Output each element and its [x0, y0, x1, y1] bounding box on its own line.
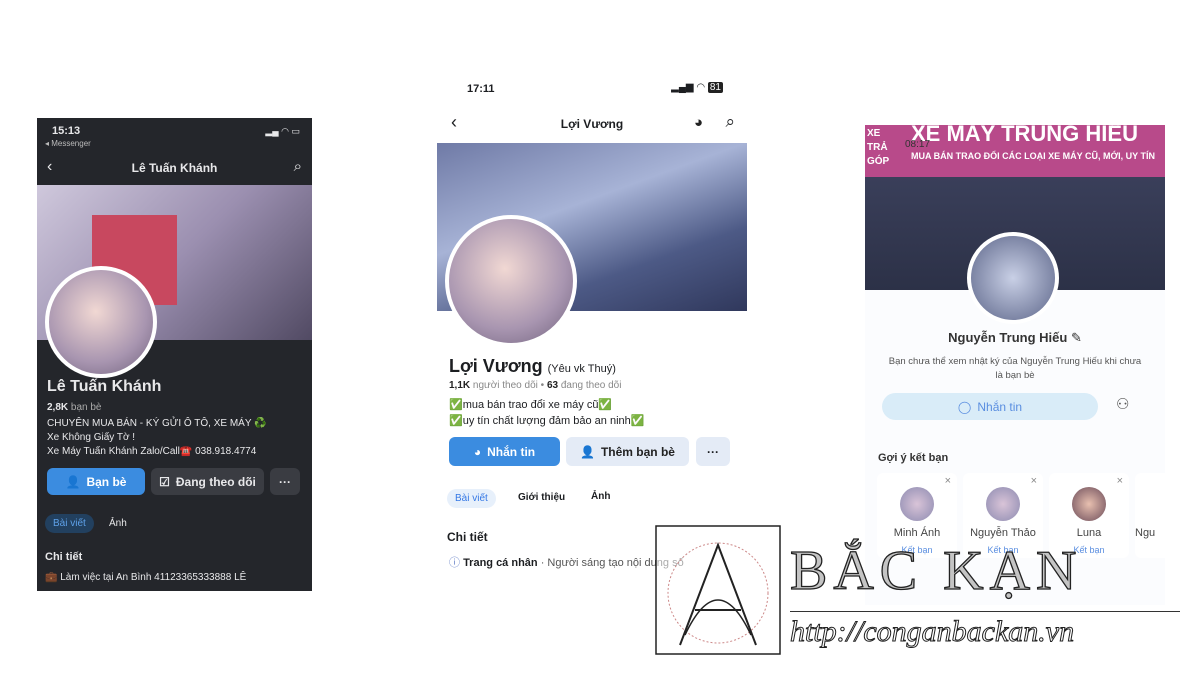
suggestion-card[interactable]: Ngu — [1135, 473, 1165, 558]
cover-sign-main: XE MÁY TRUNG HIẾU — [911, 125, 1138, 146]
name-text: Lợi Vương — [449, 356, 543, 376]
friends-count: 2,8K — [47, 402, 69, 413]
profile-name: Lê Tuấn Khánh — [47, 378, 162, 395]
follow-stats: 1,1K người theo dõi • 63 đang theo dõi — [449, 380, 622, 391]
work-icon: 💼 — [45, 572, 58, 583]
suggestion-name: Nguyễn Thảo — [970, 527, 1036, 539]
profile-name: Lợi Vương (Yêu vk Thuý) — [449, 356, 616, 377]
friends-button[interactable]: 👤 Bạn bè — [47, 468, 145, 495]
followers-label: người theo dõi — [472, 380, 538, 391]
nickname: (Yêu vk Thuý) — [547, 363, 616, 375]
suggestion-name: Ngu — [1135, 527, 1156, 539]
status-icons: ▂▄ ◠ ▭ — [265, 126, 300, 136]
avatar — [900, 487, 934, 521]
status-icons: ▂▄▆ ◠ 81 — [671, 82, 723, 93]
tab-photos[interactable]: Ảnh — [591, 491, 610, 502]
police-logo-icon — [655, 525, 781, 655]
chat-icon: ◯ — [957, 399, 972, 414]
avatar[interactable] — [45, 266, 157, 378]
suggest-title: Gợi ý kết bạn — [878, 452, 949, 464]
close-icon[interactable]: × — [945, 475, 951, 487]
name-text: Nguyễn Trung Hiếu — [948, 330, 1068, 345]
tab-posts[interactable]: Bài viết — [45, 514, 94, 533]
following-label: đang theo dõi — [560, 380, 622, 391]
avatar[interactable] — [445, 215, 577, 347]
tab-posts[interactable]: Bài viết — [447, 489, 496, 508]
suggestion-name: Luna — [1076, 527, 1102, 539]
tab-photos[interactable]: Ảnh — [109, 518, 127, 529]
status-time: 08:17 — [905, 139, 931, 150]
check-icon: ☑ — [159, 474, 170, 489]
profile-screenshot-nguyen-trung-hieu: XE TRẢ GÓP XE MÁY TRUNG HIẾU MUA BÁN TRA… — [865, 125, 1165, 605]
add-friend-icon[interactable]: ⚇ — [1116, 395, 1129, 413]
messenger-icon[interactable]: ◕ — [694, 114, 703, 131]
cover-sign-sub: MUA BÁN TRAO ĐỔI CÁC LOẠI XE MÁY CŨ, MỚI… — [911, 151, 1156, 161]
more-button[interactable]: ··· — [696, 437, 730, 466]
back-to-messenger[interactable]: ◂ Messenger — [45, 139, 91, 148]
more-button[interactable]: ··· — [270, 468, 300, 495]
friends-label: bạn bè — [70, 402, 102, 413]
close-icon[interactable]: × — [1117, 475, 1123, 487]
profile-screenshot-le-tuan-khanh: 15:13 ◂ Messenger ▂▄ ◠ ▭ ‹ Lê Tuấn Khánh… — [37, 118, 312, 591]
details-title: Chi tiết — [447, 530, 488, 544]
friend-icon: 👤 — [65, 474, 81, 489]
following-button-label: Đang theo dõi — [175, 474, 256, 489]
cover-sign-side: XE TRẢ GÓP — [867, 128, 890, 167]
privacy-notice: Bạn chưa thể xem nhật ký của Nguyễn Trun… — [888, 356, 1142, 381]
bio-line: CHUYÊN MUA BÁN - KÝ GỬI Ô TÔ, XE MÁY ♻️ — [47, 418, 267, 429]
work-detail: 💼 Làm việc tại An Bình 41123365333888 LÊ — [45, 572, 246, 583]
message-button-label: Nhắn tin — [977, 399, 1023, 414]
message-button-label: Nhắn tin — [487, 444, 536, 459]
info-icon: ⓘ — [449, 557, 460, 569]
following-button[interactable]: ☑ Đang theo dõi — [151, 468, 264, 495]
message-button[interactable]: ◯ Nhắn tin — [882, 393, 1098, 420]
status-time: 15:13 — [52, 125, 81, 137]
following-count: 63 — [546, 380, 559, 391]
add-friend-button-label: Thêm bạn bè — [600, 444, 675, 459]
bio-line: ✅uy tín chất lượng đảm bảo an ninh✅ — [449, 415, 645, 427]
watermark-name: BẮC KẠN — [789, 539, 1083, 602]
search-icon[interactable]: ⌕ — [294, 158, 302, 175]
avatar — [986, 487, 1020, 521]
avatar[interactable] — [967, 232, 1059, 324]
friends-button-label: Bạn bè — [86, 474, 127, 489]
close-icon[interactable]: × — [1031, 475, 1037, 487]
search-icon[interactable]: ⌕ — [725, 112, 735, 132]
work-detail-text: Làm việc tại An Bình 41123365333888 LÊ — [60, 572, 247, 583]
messenger-icon: ◕ — [473, 444, 482, 459]
battery-level: 81 — [707, 82, 723, 93]
status-time: 17:11 — [467, 83, 495, 95]
bio-line: Xe Máy Tuấn Khánh Zalo/Call☎️ 038.918.47… — [47, 446, 257, 457]
bio-line: ✅mua bán trao đổi xe máy cũ✅ — [449, 399, 613, 411]
message-button[interactable]: ◕ Nhắn tin — [449, 437, 560, 466]
add-friend-button[interactable]: 👤 Thêm bạn bè — [566, 437, 689, 466]
suggestion-name: Minh Ánh — [893, 527, 941, 539]
followers-count: 1,1K — [449, 380, 471, 391]
edit-icon[interactable]: ✎ — [1071, 330, 1082, 345]
header-title: Lê Tuấn Khánh — [131, 161, 218, 175]
add-friend-icon: 👤 — [580, 444, 595, 459]
page-type-detail: ⓘ Trang cá nhân · Người sáng tạo nội dun… — [449, 554, 684, 570]
page-type: Trang cá nhân — [463, 557, 538, 569]
details-title: Chi tiết — [45, 551, 83, 563]
avatar — [1072, 487, 1106, 521]
watermark-url: http://conganbackan.vn — [789, 615, 1075, 649]
tab-about[interactable]: Giới thiệu — [518, 492, 565, 503]
bio-line: Xe Không Giấy Tờ ! — [47, 432, 136, 443]
profile-name: Nguyễn Trung Hiếu ✎ — [865, 330, 1165, 346]
